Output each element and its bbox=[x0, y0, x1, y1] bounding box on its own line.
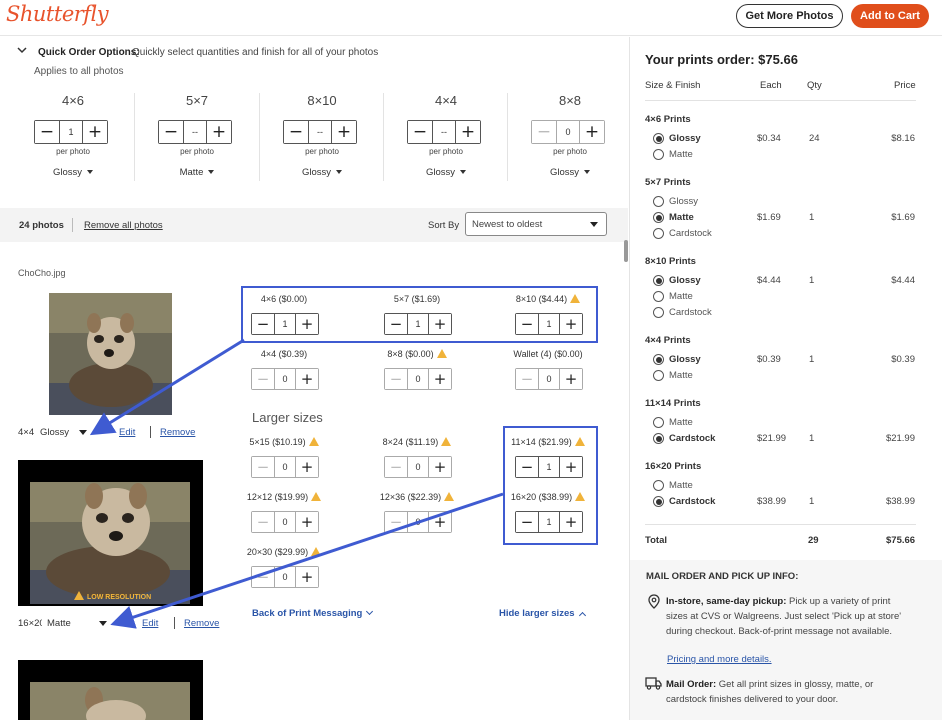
print-group-title: 16×20 Prints bbox=[645, 461, 702, 472]
divider bbox=[645, 524, 916, 525]
each-price: $4.44 bbox=[757, 275, 781, 286]
size-finish-header: Size & Finish bbox=[645, 80, 701, 91]
annotation-arrows bbox=[89, 338, 504, 629]
line-price: $21.99 bbox=[885, 433, 915, 444]
radio-button[interactable] bbox=[653, 417, 664, 428]
each-price: $38.99 bbox=[757, 496, 787, 507]
finish-option-glossy[interactable]: Glossy bbox=[653, 196, 698, 207]
print-group-title: 11×14 Prints bbox=[645, 398, 701, 409]
mail-order-text: Mail Order: Get all print sizes in gloss… bbox=[666, 679, 874, 705]
quantity: 1 bbox=[809, 275, 815, 286]
arrow-line bbox=[89, 338, 245, 436]
total-label: Total bbox=[645, 535, 667, 546]
instore-pickup-text: In-store, same-day pickup: Pick up a var… bbox=[666, 596, 902, 637]
print-group-title: 5×7 Prints bbox=[645, 177, 691, 188]
each-price: $1.69 bbox=[757, 212, 781, 223]
radio-button[interactable] bbox=[653, 275, 664, 286]
radio-button[interactable] bbox=[653, 496, 664, 507]
radio-button[interactable] bbox=[653, 212, 664, 223]
finish-option-cardstock[interactable]: Cardstock bbox=[653, 307, 712, 318]
each-header: Each bbox=[760, 80, 782, 91]
finish-option-cardstock[interactable]: Cardstock bbox=[653, 496, 715, 507]
add-to-cart-button[interactable]: Add to Cart bbox=[851, 4, 929, 28]
radio-button[interactable] bbox=[653, 433, 664, 444]
print-group-title: 4×6 Prints bbox=[645, 114, 691, 125]
radio-button[interactable] bbox=[653, 228, 664, 239]
total-qty: 29 bbox=[808, 535, 819, 546]
finish-option-matte[interactable]: Matte bbox=[653, 149, 693, 160]
finish-option-matte[interactable]: Matte bbox=[653, 417, 693, 428]
radio-button[interactable] bbox=[653, 291, 664, 302]
print-group-title: 4×4 Prints bbox=[645, 335, 691, 346]
radio-button[interactable] bbox=[653, 354, 664, 365]
order-summary-title: Your prints order: $75.66 bbox=[645, 52, 798, 67]
radio-button[interactable] bbox=[653, 370, 664, 381]
finish-option-cardstock[interactable]: Cardstock bbox=[653, 433, 715, 444]
quantity: 1 bbox=[809, 354, 815, 365]
each-price: $0.39 bbox=[757, 354, 781, 365]
total-price: $75.66 bbox=[886, 535, 916, 546]
finish-option-matte[interactable]: Matte bbox=[653, 212, 694, 223]
line-price: $0.39 bbox=[891, 354, 915, 365]
finish-option-glossy[interactable]: Glossy bbox=[653, 275, 701, 286]
mail-order-title: MAIL ORDER AND PICK UP INFO: bbox=[646, 571, 799, 582]
line-price: $4.44 bbox=[891, 275, 915, 286]
quantity: 1 bbox=[809, 212, 815, 223]
radio-button[interactable] bbox=[653, 480, 664, 491]
finish-option-glossy[interactable]: Glossy bbox=[653, 354, 701, 365]
quantity: 24 bbox=[809, 133, 820, 144]
radio-button[interactable] bbox=[653, 307, 664, 318]
finish-option-matte[interactable]: Matte bbox=[653, 291, 693, 302]
delivery-truck-icon bbox=[645, 677, 662, 690]
divider bbox=[645, 100, 916, 101]
finish-option-matte[interactable]: Matte bbox=[653, 480, 693, 491]
print-group-title: 8×10 Prints bbox=[645, 256, 696, 267]
finish-option-cardstock[interactable]: Cardstock bbox=[653, 228, 712, 239]
pricing-details-link[interactable]: Pricing and more details. bbox=[667, 654, 772, 665]
quantity: 1 bbox=[809, 496, 815, 507]
finish-option-glossy[interactable]: Glossy bbox=[653, 133, 701, 144]
quantity: 1 bbox=[809, 433, 815, 444]
each-price: $21.99 bbox=[757, 433, 787, 444]
finish-option-matte[interactable]: Matte bbox=[653, 370, 693, 381]
radio-button[interactable] bbox=[653, 196, 664, 207]
line-price: $8.16 bbox=[891, 133, 915, 144]
each-price: $0.34 bbox=[757, 133, 781, 144]
price-header: Price bbox=[894, 80, 916, 91]
radio-button[interactable] bbox=[653, 133, 664, 144]
get-more-photos-button[interactable]: Get More Photos bbox=[736, 4, 843, 28]
arrow-line bbox=[110, 492, 504, 629]
radio-button[interactable] bbox=[653, 149, 664, 160]
line-price: $1.69 bbox=[891, 212, 915, 223]
line-price: $38.99 bbox=[885, 496, 915, 507]
qty-header: Qty bbox=[807, 80, 822, 91]
location-pin-icon bbox=[648, 594, 660, 609]
